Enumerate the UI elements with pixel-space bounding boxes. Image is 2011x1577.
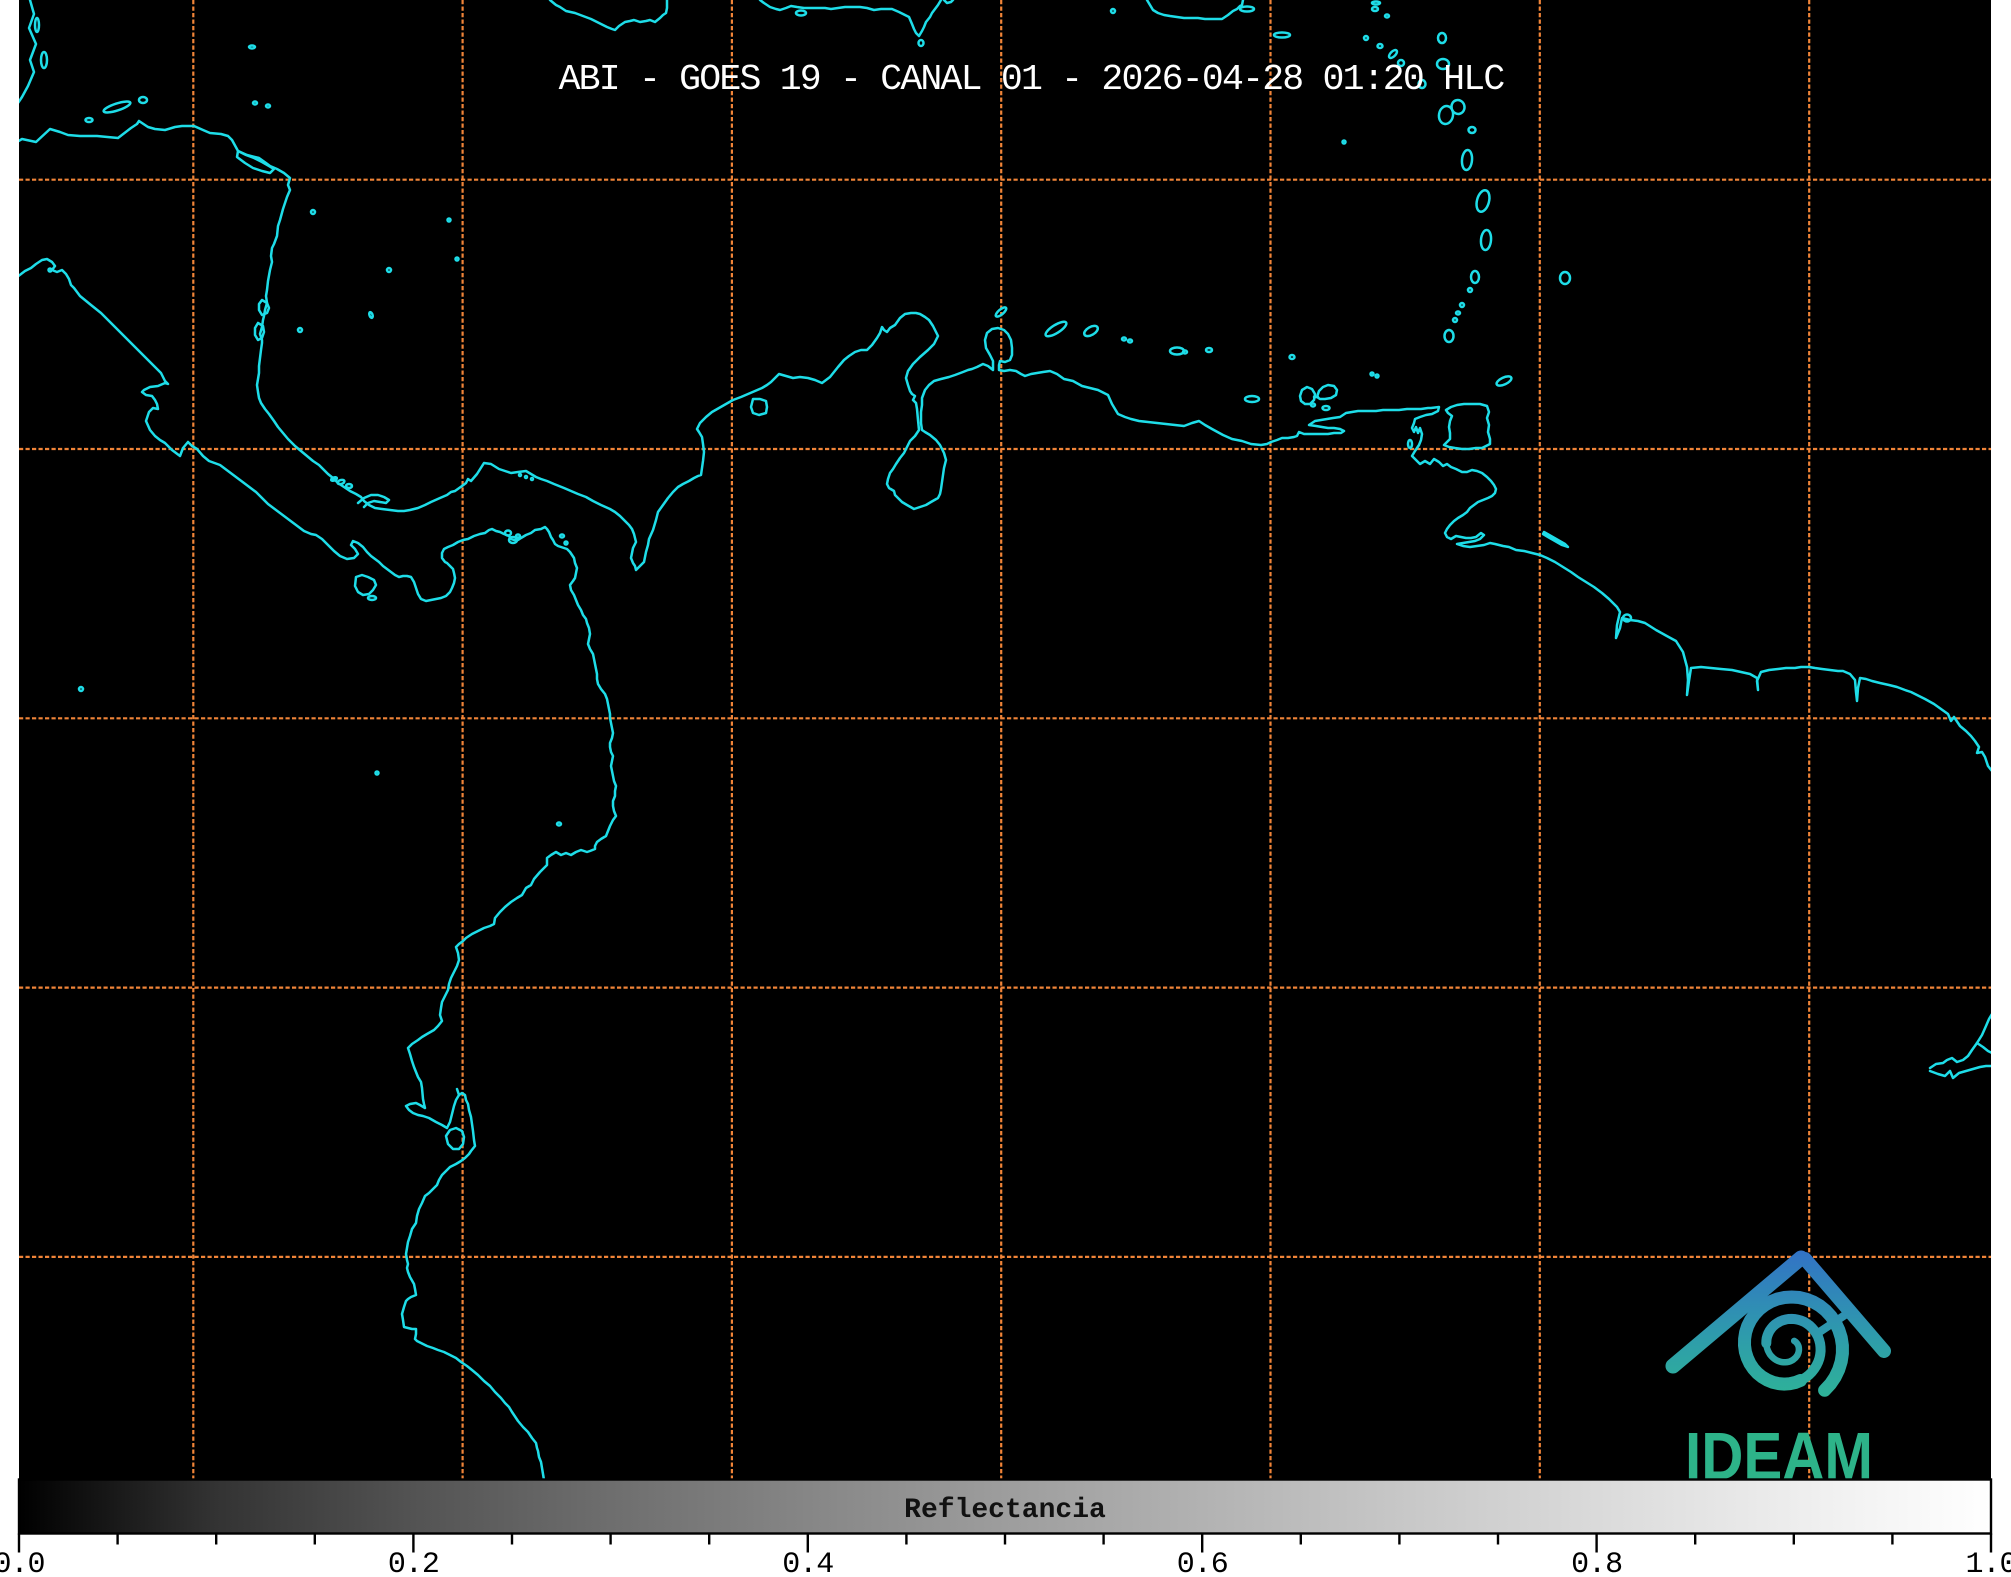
svg-text:0.4: 0.4 bbox=[782, 1548, 833, 1577]
svg-text:Reflectancia: Reflectancia bbox=[904, 1495, 1106, 1526]
svg-text:0.8: 0.8 bbox=[1571, 1548, 1622, 1577]
svg-text:0.6: 0.6 bbox=[1177, 1548, 1228, 1577]
svg-text:ABI - GOES 19 - CANAL 01 - 202: ABI - GOES 19 - CANAL 01 - 2026-04-28 01… bbox=[559, 59, 1505, 100]
svg-text:0.2: 0.2 bbox=[388, 1548, 439, 1577]
svg-text:1.0: 1.0 bbox=[1965, 1548, 2011, 1577]
svg-text:0.0: 0.0 bbox=[0, 1548, 45, 1577]
